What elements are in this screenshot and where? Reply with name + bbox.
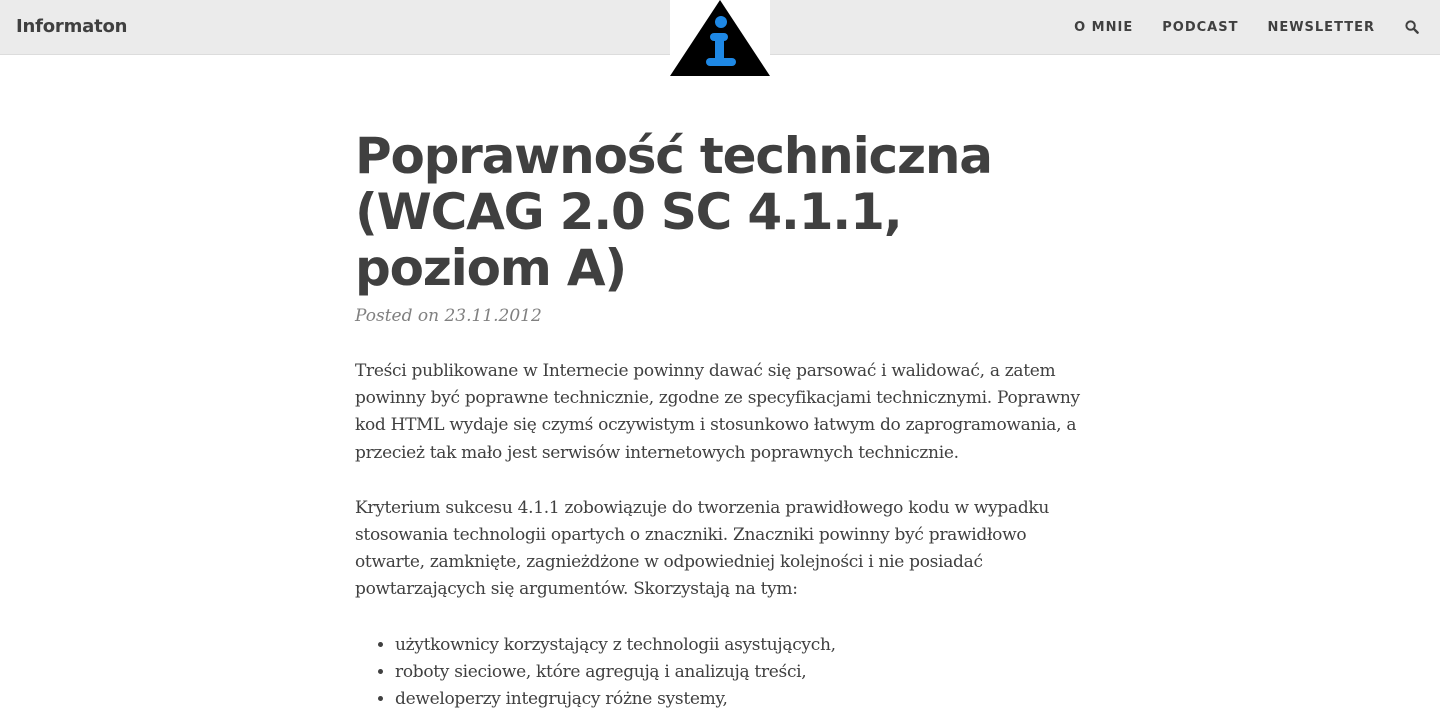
site-logo[interactable] [670,0,770,78]
list-item: roboty sieciowe, które agregują i analiz… [395,659,1095,686]
search-button[interactable] [1404,19,1420,35]
nav-link-podcast[interactable]: PODCAST [1162,20,1238,35]
nav-link-newsletter[interactable]: NEWSLETTER [1267,20,1375,35]
post-paragraph-1: Treści publikowane w Internecie powinny … [355,361,1080,463]
list-item: deweloperzy integrujący różne systemy, [395,686,1095,713]
main-nav: O MNIE PODCAST NEWSLETTER [1045,0,1420,54]
post-paragraph-2: Kryterium sukcesu 4.1.1 zobowiązuje do t… [355,497,1050,600]
beneficiaries-list: użytkownicy korzystający z technologii a… [355,632,1095,713]
top-navbar: Informaton O MNIE PODCAST NEWSLETTER [0,0,1440,78]
info-triangle-logo-icon [670,0,770,76]
nav-link-o-mnie[interactable]: O MNIE [1074,20,1133,35]
post-date-meta: Posted on 23.11.2012 [355,306,542,326]
search-icon [1405,20,1419,34]
site-brand-link[interactable]: Informaton [16,16,127,37]
article: Poprawność techniczna (WCAG 2.0 SC 4.1.1… [355,128,1095,713]
post-title: Poprawność techniczna (WCAG 2.0 SC 4.1.1… [355,127,993,297]
list-item: użytkownicy korzystający z technologii a… [395,632,1095,659]
